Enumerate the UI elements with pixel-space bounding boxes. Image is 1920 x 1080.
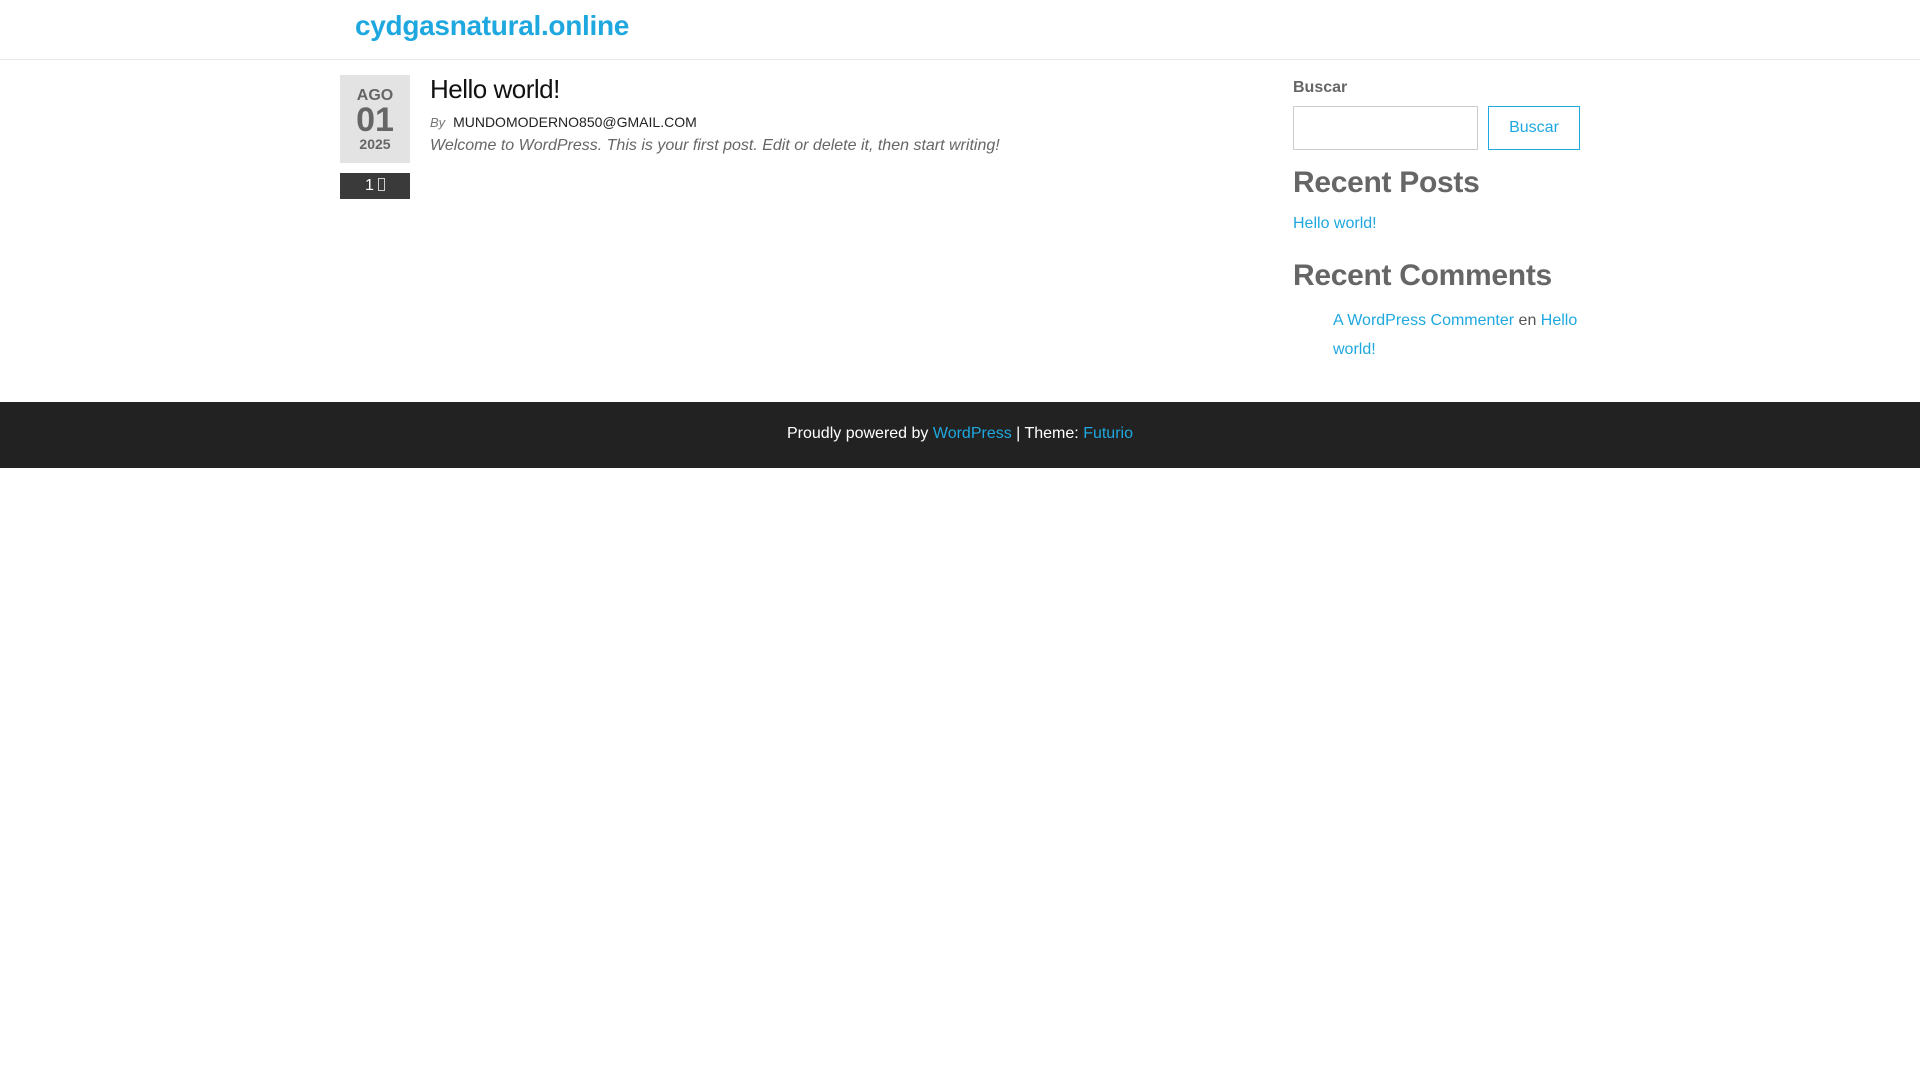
search-input[interactable]: [1293, 106, 1478, 150]
recent-comment-author-link[interactable]: A WordPress Commenter: [1333, 312, 1514, 329]
footer-credits: Proudly powered by WordPress | Theme: Fu…: [0, 425, 1920, 443]
post-date-badge: AGO 01 2025: [340, 75, 410, 163]
recent-post-link[interactable]: Hello world!: [1293, 215, 1377, 233]
comment-icon: [377, 178, 385, 191]
site-header: cydgasnatural.online: [0, 0, 1920, 60]
footer-powered-by: Proudly powered by: [787, 425, 929, 442]
recent-comment-connector: en: [1518, 312, 1537, 329]
recent-comments-heading: Recent Comments: [1293, 259, 1552, 292]
search-label: Buscar: [1293, 79, 1348, 96]
recent-comment-item: A WordPress Commenter en Hello world!: [1333, 306, 1593, 364]
footer-theme-label: Theme:: [1024, 425, 1079, 442]
post-date-day: 01: [356, 101, 394, 139]
post-title-link[interactable]: Hello world!: [430, 74, 560, 105]
footer-separator: |: [1016, 425, 1021, 442]
post-date-year: 2025: [359, 136, 391, 152]
site-footer: Proudly powered by WordPress | Theme: Fu…: [0, 402, 1920, 468]
site-title-link[interactable]: cydgasnatural.online: [355, 10, 629, 42]
post-meta: By MUNDOMODERNO850@GMAIL.COM: [430, 114, 697, 130]
footer-theme-link[interactable]: Futurio: [1083, 425, 1133, 442]
post-comments-link[interactable]: 1: [340, 173, 410, 199]
post-author-link[interactable]: MUNDOMODERNO850@GMAIL.COM: [453, 114, 697, 130]
post-meta-by-label: By: [430, 115, 446, 130]
footer-wordpress-link[interactable]: WordPress: [933, 425, 1012, 442]
recent-posts-heading: Recent Posts: [1293, 166, 1480, 199]
comment-count: 1: [365, 177, 374, 194]
post-excerpt: Welcome to WordPress. This is your first…: [430, 137, 1000, 154]
search-button[interactable]: Buscar: [1488, 106, 1580, 150]
